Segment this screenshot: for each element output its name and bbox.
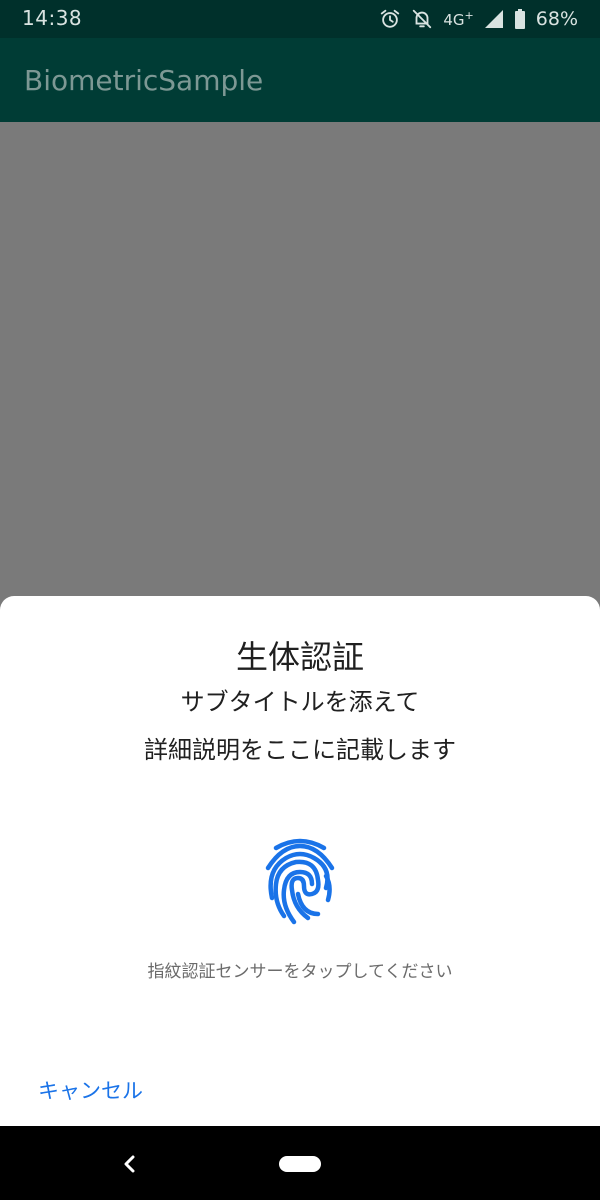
fingerprint-prompt: 指紋認証センサーをタップしてください	[147, 962, 453, 982]
app-bar: BiometricSample	[0, 38, 600, 122]
cancel-button[interactable]: キャンセル	[38, 1075, 143, 1105]
status-icons: 4G+ 68%	[379, 6, 578, 32]
status-time: 14:38	[22, 6, 83, 30]
navigation-bar	[0, 1126, 600, 1200]
battery-percent: 68%	[535, 8, 578, 30]
dialog-description: 詳細説明をここに記載します	[144, 736, 456, 764]
dialog-subtitle: サブタイトルを添えて	[180, 688, 420, 716]
alarm-icon	[379, 8, 401, 30]
fingerprint-icon	[262, 836, 338, 926]
app-title: BiometricSample	[24, 64, 264, 97]
status-bar: 14:38 4G+ 68%	[0, 0, 600, 38]
network-type-label: 4G+	[443, 9, 474, 29]
home-pill[interactable]	[279, 1156, 321, 1172]
notifications-off-icon	[411, 8, 433, 30]
dialog-title: 生体認証	[235, 638, 364, 676]
signal-icon	[484, 9, 504, 29]
battery-icon	[514, 9, 526, 29]
back-icon[interactable]	[120, 1152, 140, 1176]
biometric-dialog: 生体認証 サブタイトルを添えて 詳細説明をここに記載します 指紋認証センサーをタ…	[0, 596, 600, 1126]
